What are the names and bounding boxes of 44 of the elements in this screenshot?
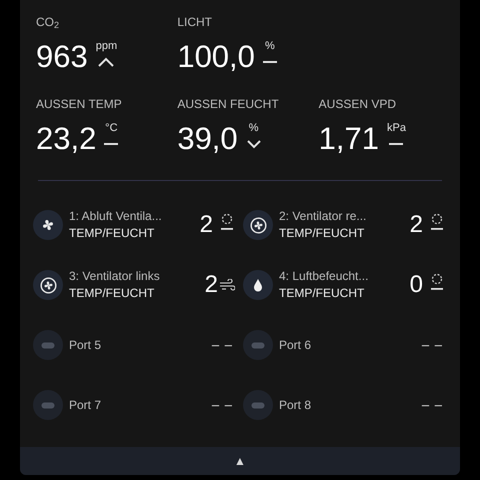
link-icon bbox=[41, 342, 55, 348]
metric-label: AUSSEN FEUCHT bbox=[177, 96, 280, 112]
metric-label: LICHT bbox=[177, 14, 213, 30]
metric-label: CO$_{2}$ bbox=[36, 14, 60, 30]
unit-label: kPa bbox=[387, 122, 406, 134]
unit-label: ppm bbox=[96, 40, 118, 52]
device-mode: TEMP/FEUCHT bbox=[279, 226, 366, 241]
unit-label: °C bbox=[105, 122, 118, 134]
device-name: Port 5 bbox=[69, 338, 102, 352]
device-value: 0 bbox=[410, 272, 423, 298]
metric-value: 39,0 bbox=[177, 122, 238, 156]
metric-value: 1,71 bbox=[318, 122, 379, 156]
unit-label: % bbox=[248, 122, 259, 134]
unit-label: % bbox=[265, 40, 275, 52]
metric-value: 23,2 bbox=[36, 122, 96, 156]
device-value: – – bbox=[212, 396, 233, 414]
metric-label: AUSSEN VPD bbox=[318, 96, 398, 112]
metric-label: AUSSEN TEMP bbox=[36, 96, 123, 112]
fan-icon bbox=[40, 276, 56, 294]
fan-icon bbox=[40, 217, 56, 233]
device-name: 1: Abluft Ventila... bbox=[69, 209, 163, 224]
fan-icon bbox=[250, 216, 266, 234]
metric-value: 963 bbox=[36, 40, 88, 74]
device-mode: TEMP/FEUCHT bbox=[279, 286, 366, 301]
link-icon bbox=[251, 342, 265, 348]
device-mode: TEMP/FEUCHT bbox=[69, 286, 156, 301]
device-value: – – bbox=[212, 336, 233, 354]
device-mode: TEMP/FEUCHT bbox=[69, 226, 156, 241]
metric-value: 100,0 bbox=[177, 40, 255, 74]
drop-icon bbox=[252, 278, 264, 292]
collapse-button[interactable]: ▲ bbox=[226, 455, 254, 467]
device-name: 4: Luftbefeucht... bbox=[279, 269, 370, 284]
device-name: Port 6 bbox=[279, 338, 312, 352]
link-icon bbox=[251, 402, 265, 408]
device-value: – – bbox=[422, 336, 443, 354]
device-name: 3: Ventilator links bbox=[69, 269, 161, 284]
link-icon bbox=[41, 402, 55, 408]
device-name: Port 8 bbox=[279, 398, 312, 412]
device-value: – – bbox=[422, 396, 443, 414]
device-value: 2 bbox=[200, 212, 213, 238]
device-name: 2: Ventilator re... bbox=[279, 209, 368, 224]
device-value: 2 bbox=[204, 272, 218, 298]
device-name: Port 7 bbox=[69, 398, 102, 412]
device-value: 2 bbox=[410, 212, 423, 238]
